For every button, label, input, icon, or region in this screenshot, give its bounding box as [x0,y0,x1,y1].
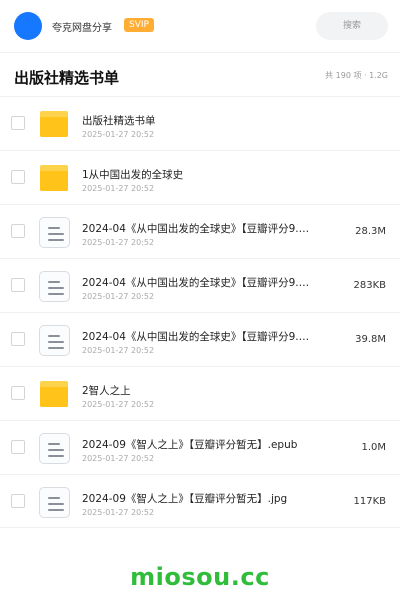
file-date: 2025-01-27 20:52 [82,184,155,193]
file-name: 2智人之上 [82,385,131,397]
svip-badge: SVIP [124,18,154,32]
row-checkbox[interactable] [11,278,25,292]
file-date: 2025-01-27 20:52 [82,454,155,463]
folder-icon [38,108,70,140]
file-name: 2024-09《智人之上》【豆瓣评分暂无】.jpg [82,493,288,505]
list-item[interactable]: 2024-04《从中国出发的全球史》【豆瓣评分9.… 2025-01-27 20… [0,312,400,366]
search-input[interactable]: 搜索 [316,12,388,40]
row-checkbox[interactable] [11,494,25,508]
file-size: 28.3M [355,226,386,237]
row-checkbox[interactable] [11,440,25,454]
list-item[interactable]: 2024-04《从中国出发的全球史》【豆瓣评分9.… 2025-01-27 20… [0,258,400,312]
document-icon [38,216,70,248]
avatar[interactable] [14,12,42,40]
file-size: 1.0M [361,442,386,453]
row-checkbox[interactable] [11,386,25,400]
file-name: 2024-09《智人之上》【豆瓣评分暂无】.epub [82,439,298,451]
watermark: miosou.cc [130,563,270,591]
file-date: 2025-01-27 20:52 [82,292,155,301]
document-icon [38,270,70,302]
document-icon [38,432,70,464]
file-size: 39.8M [355,334,386,345]
list-item[interactable]: 2024-09《智人之上》【豆瓣评分暂无】.jpg 2025-01-27 20:… [0,474,400,528]
row-checkbox[interactable] [11,224,25,238]
list-item[interactable]: 出版社精选书单 2025-01-27 20:52 [0,96,400,150]
row-checkbox[interactable] [11,116,25,130]
document-icon [38,486,70,518]
file-name: 2024-04《从中国出发的全球史》【豆瓣评分9.… [82,331,310,343]
file-size: 117KB [353,496,386,507]
row-checkbox[interactable] [11,332,25,346]
file-date: 2025-01-27 20:52 [82,238,155,247]
list-item[interactable]: 2智人之上 2025-01-27 20:52 [0,366,400,420]
file-name: 2024-04《从中国出发的全球史》【豆瓣评分9.… [82,277,310,289]
document-icon [38,324,70,356]
folder-icon [38,378,70,410]
file-name: 出版社精选书单 [82,115,156,127]
user-name: 夸克网盘分享 [52,23,112,34]
list-item[interactable]: 2024-04《从中国出发的全球史》【豆瓣评分9.… 2025-01-27 20… [0,204,400,258]
file-name: 1从中国出发的全球史 [82,169,184,181]
row-checkbox[interactable] [11,170,25,184]
page-title: 出版社精选书单 [14,69,120,87]
folder-header: 出版社精选书单 共 190 项 · 1.2G [0,52,400,96]
file-date: 2025-01-27 20:52 [82,346,155,355]
file-list: 出版社精选书单 2025-01-27 20:52 1从中国出发的全球史 2025… [0,96,400,528]
folder-icon [38,162,70,194]
list-item[interactable]: 1从中国出发的全球史 2025-01-27 20:52 [0,150,400,204]
file-size: 283KB [353,280,386,291]
list-item[interactable]: 2024-09《智人之上》【豆瓣评分暂无】.epub 2025-01-27 20… [0,420,400,474]
file-date: 2025-01-27 20:52 [82,400,155,409]
file-name: 2024-04《从中国出发的全球史》【豆瓣评分9.… [82,223,310,235]
file-date: 2025-01-27 20:52 [82,508,155,517]
folder-summary: 共 190 项 · 1.2G [325,71,388,80]
top-bar: 夸克网盘分享 SVIP 搜索 [0,0,400,52]
file-date: 2025-01-27 20:52 [82,130,155,139]
